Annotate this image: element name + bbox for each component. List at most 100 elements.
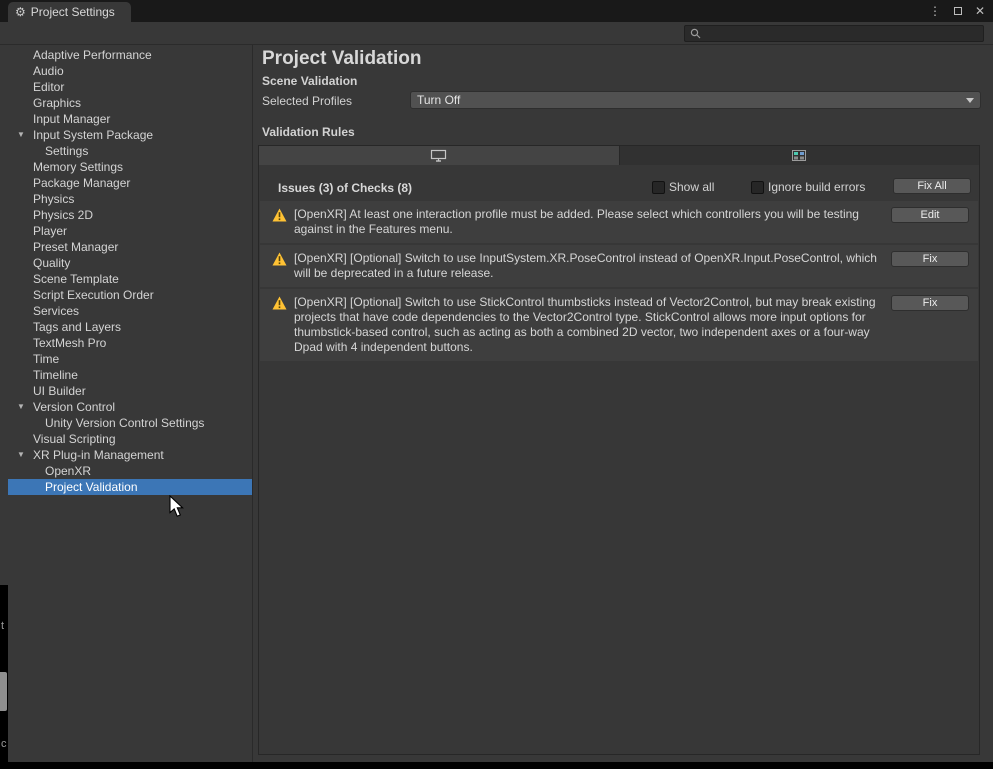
issue-row: [OpenXR] [Optional] Switch to use StickC… xyxy=(260,289,978,361)
issue-row: [OpenXR] [Optional] Switch to use InputS… xyxy=(260,245,978,287)
sidebar-item-label: Time xyxy=(33,352,59,366)
sidebar-item-label: Memory Settings xyxy=(33,160,123,174)
grid-icon xyxy=(792,150,806,161)
search-input[interactable] xyxy=(705,28,978,40)
tab-all-providers-view[interactable] xyxy=(620,145,981,166)
sidebar-item-label: Audio xyxy=(33,64,64,78)
sidebar-item-textmesh-pro[interactable]: TextMesh Pro xyxy=(8,335,252,351)
sidebar-item-label: Settings xyxy=(45,144,88,158)
sidebar-item-input-manager[interactable]: Input Manager xyxy=(8,111,252,127)
sidebar-item-settings[interactable]: Settings xyxy=(8,143,252,159)
sidebar-item-label: UI Builder xyxy=(33,384,86,398)
sidebar-item-adaptive-performance[interactable]: Adaptive Performance xyxy=(8,47,252,63)
close-icon[interactable]: ✕ xyxy=(975,4,985,18)
sidebar-item-player[interactable]: Player xyxy=(8,223,252,239)
sidebar-item-label: OpenXR xyxy=(45,464,91,478)
issue-action-button[interactable]: Edit xyxy=(891,207,969,223)
sidebar-item-label: Adaptive Performance xyxy=(33,48,152,62)
sidebar-item-unity-version-control-settings[interactable]: Unity Version Control Settings xyxy=(8,415,252,431)
sidebar-item-label: Script Execution Order xyxy=(33,288,154,302)
sidebar-item-scene-template[interactable]: Scene Template xyxy=(8,271,252,287)
sidebar-item-physics-2d[interactable]: Physics 2D xyxy=(8,207,252,223)
background-fragment-text-bottom: c xyxy=(1,739,7,750)
sidebar-list: Adaptive PerformanceAudioEditorGraphicsI… xyxy=(8,47,252,495)
toolbar xyxy=(0,22,993,45)
sidebar-item-label: Tags and Layers xyxy=(33,320,121,334)
scene-validation-heading: Scene Validation xyxy=(262,74,357,88)
sidebar-item-label: Input System Package xyxy=(33,128,153,142)
issue-text: [OpenXR] At least one interaction profil… xyxy=(294,207,859,236)
sidebar-item-input-system-package[interactable]: ▼ Input System Package xyxy=(8,127,252,143)
monitor-icon xyxy=(430,149,447,162)
settings-sidebar: Adaptive PerformanceAudioEditorGraphicsI… xyxy=(8,45,253,762)
sidebar-item-time[interactable]: Time xyxy=(8,351,252,367)
sidebar-item-project-validation[interactable]: Project Validation xyxy=(8,479,252,495)
sidebar-item-label: Physics 2D xyxy=(33,208,93,222)
fix-all-button[interactable]: Fix All xyxy=(893,178,971,194)
search-icon xyxy=(690,28,701,39)
show-all-checkbox[interactable] xyxy=(652,181,665,194)
sidebar-item-visual-scripting[interactable]: Visual Scripting xyxy=(8,431,252,447)
sidebar-item-label: XR Plug-in Management xyxy=(33,448,164,462)
window-menu-icon[interactable]: ⋮ xyxy=(929,4,941,18)
warning-icon xyxy=(272,252,287,270)
sidebar-item-openxr[interactable]: OpenXR xyxy=(8,463,252,479)
ignore-build-errors-checkbox[interactable] xyxy=(751,181,764,194)
window-controls: ⋮ ✕ xyxy=(929,0,985,22)
issues-header: Issues (3) of Checks (8) xyxy=(278,181,412,195)
foldout-triangle-icon[interactable]: ▼ xyxy=(17,399,25,415)
sidebar-item-audio[interactable]: Audio xyxy=(8,63,252,79)
sidebar-item-xr-plug-in-management[interactable]: ▼ XR Plug-in Management xyxy=(8,447,252,463)
sidebar-item-label: Version Control xyxy=(33,400,115,414)
foldout-triangle-icon[interactable]: ▼ xyxy=(17,127,25,143)
window-titlebar: ⚙ Project Settings ⋮ ✕ xyxy=(0,0,993,22)
main-content: Project Validation Scene Validation Sele… xyxy=(254,45,993,762)
selected-profiles-dropdown[interactable]: Turn Off xyxy=(410,91,981,109)
sidebar-item-editor[interactable]: Editor xyxy=(8,79,252,95)
sidebar-item-memory-settings[interactable]: Memory Settings xyxy=(8,159,252,175)
sidebar-item-label: Player xyxy=(33,224,67,238)
window-tab-project-settings[interactable]: ⚙ Project Settings xyxy=(8,2,131,22)
validation-rules-heading: Validation Rules xyxy=(262,125,355,139)
sidebar-item-label: Scene Template xyxy=(33,272,119,286)
sidebar-item-version-control[interactable]: ▼ Version Control xyxy=(8,399,252,415)
warning-icon xyxy=(272,296,287,314)
background-fragment-block xyxy=(0,672,7,711)
sidebar-item-label: Services xyxy=(33,304,79,318)
window-tab-title: Project Settings xyxy=(31,5,115,19)
issue-action-button[interactable]: Fix xyxy=(891,251,969,267)
sidebar-item-label: Preset Manager xyxy=(33,240,118,254)
sidebar-item-physics[interactable]: Physics xyxy=(8,191,252,207)
sidebar-item-timeline[interactable]: Timeline xyxy=(8,367,252,383)
warning-icon xyxy=(272,208,287,226)
window-body: Adaptive PerformanceAudioEditorGraphicsI… xyxy=(0,45,993,762)
sidebar-item-quality[interactable]: Quality xyxy=(8,255,252,271)
page-title: Project Validation xyxy=(262,48,421,70)
sidebar-item-label: Physics xyxy=(33,192,74,206)
gear-icon: ⚙ xyxy=(15,6,26,18)
validation-view-tabs xyxy=(258,145,980,166)
tab-standalone-view[interactable] xyxy=(258,145,620,166)
search-box[interactable] xyxy=(684,25,984,42)
ignore-build-errors-label: Ignore build errors xyxy=(768,180,865,194)
sidebar-item-ui-builder[interactable]: UI Builder xyxy=(8,383,252,399)
sidebar-item-tags-and-layers[interactable]: Tags and Layers xyxy=(8,319,252,335)
chevron-down-icon xyxy=(966,98,974,103)
issue-action-button[interactable]: Fix xyxy=(891,295,969,311)
issue-row: [OpenXR] At least one interaction profil… xyxy=(260,201,978,243)
foldout-triangle-icon[interactable]: ▼ xyxy=(17,447,25,463)
issues-panel: Issues (3) of Checks (8) Show all Ignore… xyxy=(258,165,980,755)
sidebar-item-graphics[interactable]: Graphics xyxy=(8,95,252,111)
ignore-build-errors-checkbox-row: Ignore build errors xyxy=(751,180,865,194)
background-fragment-text-top: t xyxy=(1,621,4,632)
sidebar-item-label: Quality xyxy=(33,256,70,270)
sidebar-item-services[interactable]: Services xyxy=(8,303,252,319)
sidebar-item-label: Timeline xyxy=(33,368,78,382)
sidebar-item-preset-manager[interactable]: Preset Manager xyxy=(8,239,252,255)
maximize-icon[interactable] xyxy=(954,7,962,15)
sidebar-item-label: Package Manager xyxy=(33,176,130,190)
sidebar-item-package-manager[interactable]: Package Manager xyxy=(8,175,252,191)
selected-profiles-value: Turn Off xyxy=(417,93,460,107)
sidebar-item-script-execution-order[interactable]: Script Execution Order xyxy=(8,287,252,303)
issue-text: [OpenXR] [Optional] Switch to use InputS… xyxy=(294,251,877,280)
